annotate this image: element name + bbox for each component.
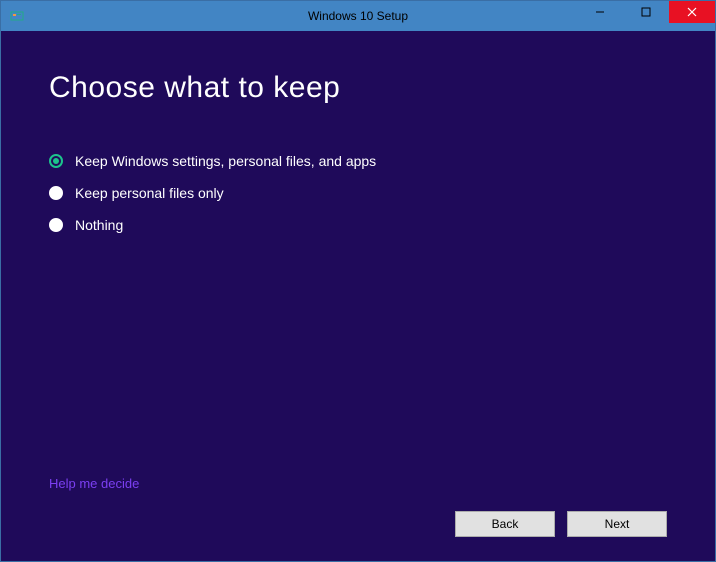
page-heading: Choose what to keep (49, 71, 667, 105)
back-button[interactable]: Back (455, 511, 555, 537)
option-label: Nothing (75, 217, 123, 233)
window-controls (577, 1, 715, 23)
close-button[interactable] (669, 1, 715, 23)
options-group: Keep Windows settings, personal files, a… (49, 153, 667, 233)
next-button[interactable]: Next (567, 511, 667, 537)
option-keep-all[interactable]: Keep Windows settings, personal files, a… (49, 153, 667, 169)
content-area: Choose what to keep Keep Windows setting… (1, 31, 715, 561)
titlebar: Windows 10 Setup (1, 1, 715, 31)
minimize-button[interactable] (577, 1, 623, 23)
option-keep-files[interactable]: Keep personal files only (49, 185, 667, 201)
option-label: Keep Windows settings, personal files, a… (75, 153, 376, 169)
radio-icon (49, 154, 63, 168)
maximize-button[interactable] (623, 1, 669, 23)
radio-icon (49, 218, 63, 232)
radio-icon (49, 186, 63, 200)
option-nothing[interactable]: Nothing (49, 217, 667, 233)
option-label: Keep personal files only (75, 185, 224, 201)
app-icon (9, 8, 25, 24)
window-title: Windows 10 Setup (308, 9, 408, 23)
button-row: Back Next (49, 511, 667, 537)
help-link[interactable]: Help me decide (49, 476, 667, 491)
